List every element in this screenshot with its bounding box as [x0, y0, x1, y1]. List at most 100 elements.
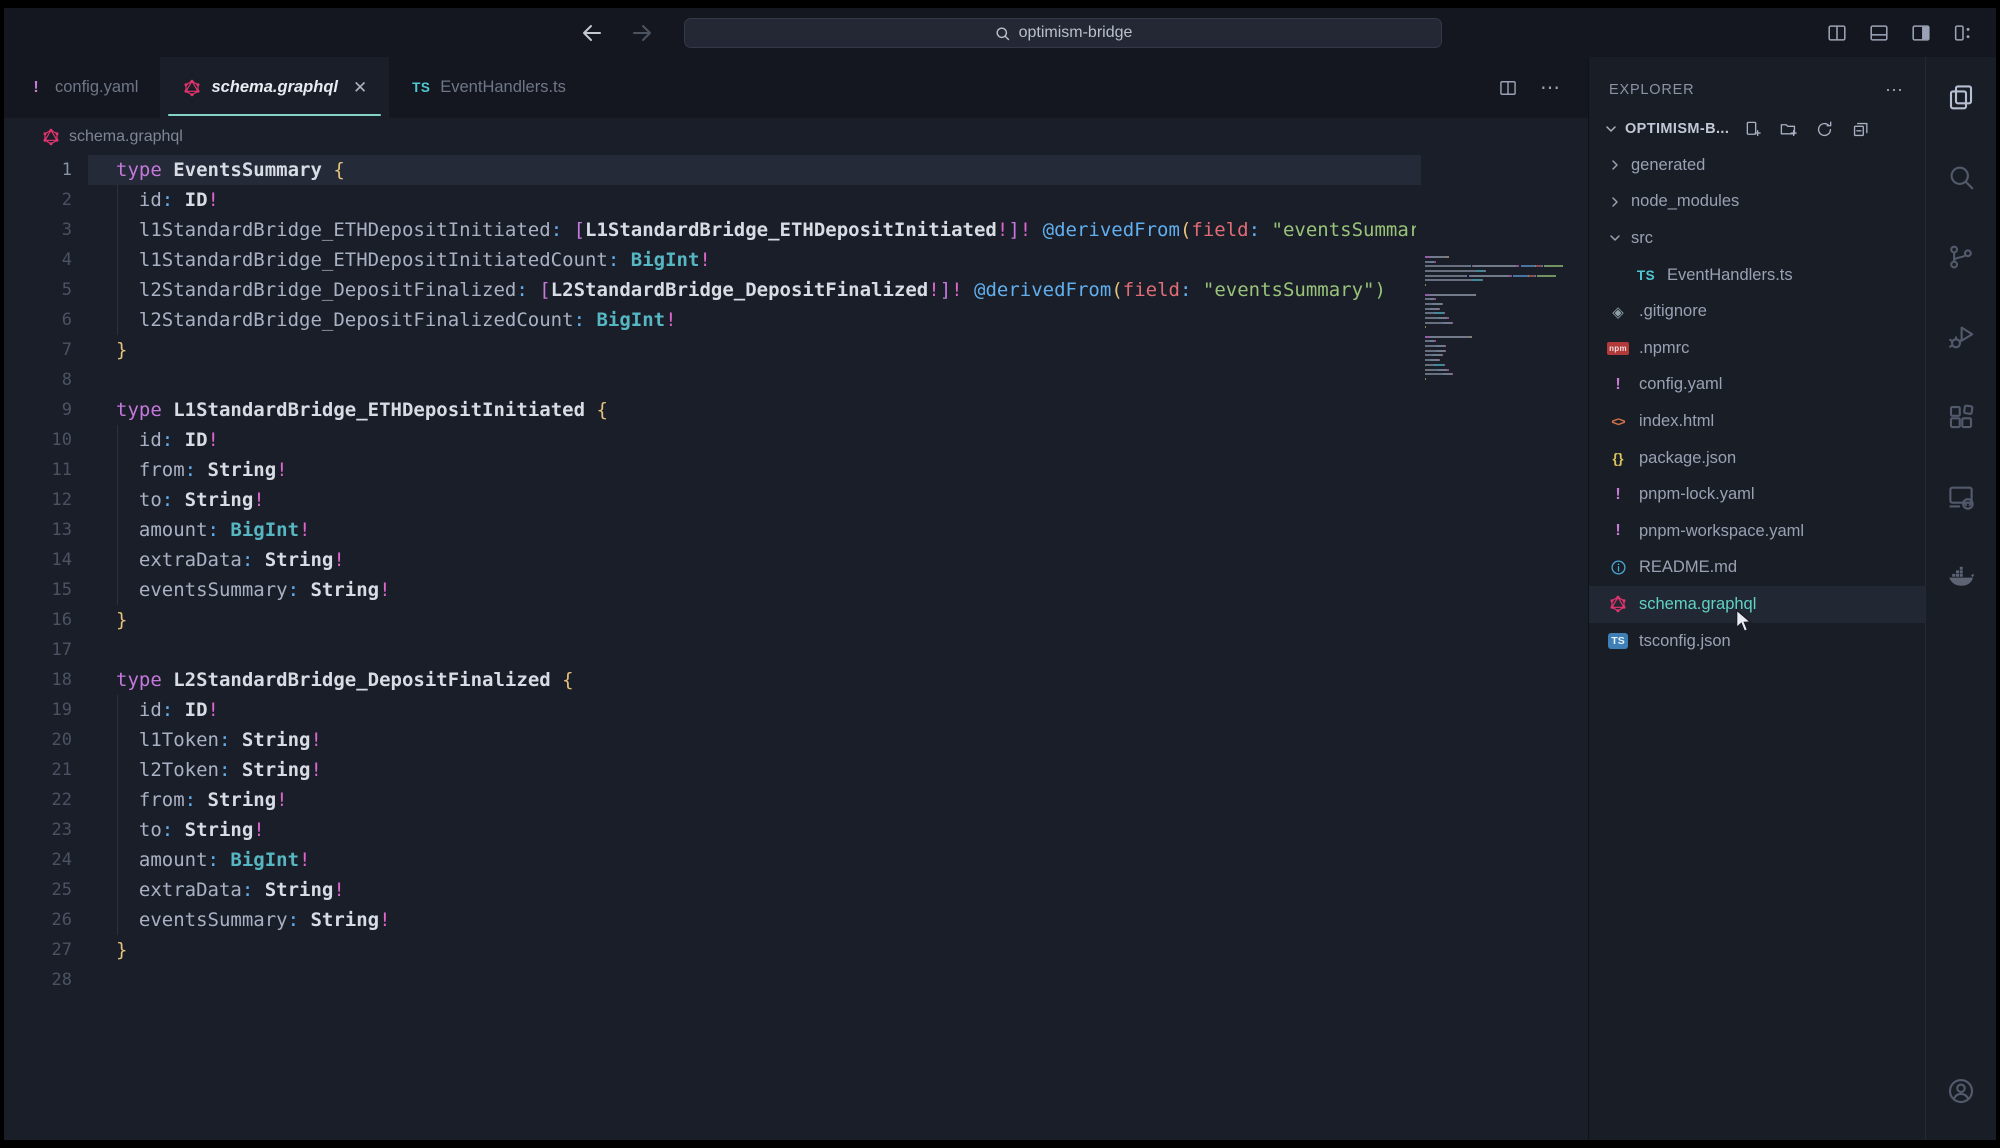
code-line-1[interactable]: 1type EventsSummary {	[4, 155, 1421, 185]
command-center-search[interactable]: optimism-bridge	[684, 18, 1442, 48]
code-line-5[interactable]: 5 l2StandardBridge_DepositFinalized: [L2…	[4, 275, 1421, 305]
code-line-21[interactable]: 21 l2Token: String!	[4, 755, 1421, 785]
folder-label: src	[1631, 229, 1653, 248]
line-text: id: ID!	[116, 425, 219, 455]
code-line-6[interactable]: 6 l2StandardBridge_DepositFinalizedCount…	[4, 305, 1421, 335]
code-line-27[interactable]: 27}	[4, 935, 1421, 965]
code-line-24[interactable]: 24 amount: BigInt!	[4, 845, 1421, 875]
code-line-25[interactable]: 25 extraData: String!	[4, 875, 1421, 905]
line-text: type L2StandardBridge_DepositFinalized {	[116, 665, 574, 695]
collapse-all-icon[interactable]	[1851, 120, 1870, 139]
file-pnpm-lock.yaml[interactable]: ! pnpm-lock.yaml	[1589, 476, 1925, 513]
code-line-10[interactable]: 10 id: ID!	[4, 425, 1421, 455]
code-line-14[interactable]: 14 extraData: String!	[4, 545, 1421, 575]
title-bar: optimism-bridge	[4, 8, 1996, 57]
tab-EventHandlers.ts[interactable]: TS EventHandlers.ts	[389, 57, 588, 118]
customize-layout-icon[interactable]	[1952, 22, 1974, 44]
file-.npmrc[interactable]: npm .npmrc	[1589, 330, 1925, 367]
code-line-9[interactable]: 9 type L1StandardBridge_ETHDepositInitiat…	[4, 395, 1421, 425]
line-text: from: String!	[116, 785, 288, 815]
line-text: l2Token: String!	[116, 755, 322, 785]
refresh-icon[interactable]	[1815, 120, 1834, 139]
file-config.yaml[interactable]: ! config.yaml	[1589, 367, 1925, 404]
code-line-11[interactable]: 11 from: String!	[4, 455, 1421, 485]
back-arrow-icon[interactable]	[580, 21, 604, 45]
line-text: type L1StandardBridge_ETHDepositInitiate…	[116, 395, 608, 425]
code-line-20[interactable]: 20 l1Token: String!	[4, 725, 1421, 755]
git-icon: ◈	[1607, 303, 1629, 321]
code-line-17[interactable]: 17	[4, 635, 1421, 665]
line-number: 9	[4, 395, 72, 425]
file-pnpm-workspace.yaml[interactable]: ! pnpm-workspace.yaml	[1589, 513, 1925, 550]
tab-schema.graphql[interactable]: schema.graphql✕	[160, 57, 389, 118]
tab-config.yaml[interactable]: ! config.yaml	[4, 57, 160, 118]
minimap[interactable]	[1425, 256, 1563, 396]
code-editor[interactable]: 1type EventsSummary {2 id: ID!3 l1Standa…	[4, 155, 1588, 1140]
folder-src[interactable]: src	[1589, 220, 1925, 257]
line-text: l1StandardBridge_ETHDepositInitiatedCoun…	[116, 245, 711, 275]
folder-node_modules[interactable]: node_modules	[1589, 184, 1925, 221]
graphql-icon	[182, 79, 202, 97]
breadcrumb[interactable]: schema.graphql	[4, 118, 1588, 155]
line-text: }	[116, 335, 127, 365]
toggle-panel-icon[interactable]	[1868, 22, 1890, 44]
toggle-secondary-sidebar-icon[interactable]	[1910, 22, 1932, 44]
file-label: .npmrc	[1639, 339, 1689, 358]
code-line-13[interactable]: 13 amount: BigInt!	[4, 515, 1421, 545]
code-line-2[interactable]: 2 id: ID!	[4, 185, 1421, 215]
info-icon	[1607, 559, 1629, 576]
code-line-7[interactable]: 7}	[4, 335, 1421, 365]
file-tsconfig.json[interactable]: TS tsconfig.json	[1589, 623, 1925, 660]
search-icon	[1946, 162, 1976, 192]
run-debug-icon	[1946, 322, 1976, 352]
code-line-15[interactable]: 15 eventsSummary: String!	[4, 575, 1421, 605]
close-tab-icon[interactable]: ✕	[353, 78, 367, 98]
project-root-label: OPTIMISM-B...	[1625, 121, 1729, 137]
folder-generated[interactable]: generated	[1589, 147, 1925, 184]
activity-source-control[interactable]	[1926, 217, 1997, 297]
activity-search[interactable]	[1926, 137, 1997, 217]
code-line-16[interactable]: 16}	[4, 605, 1421, 635]
code-line-3[interactable]: 3 l1StandardBridge_ETHDepositInitiated: …	[4, 215, 1421, 245]
line-number: 15	[4, 575, 72, 605]
project-root-row[interactable]: OPTIMISM-B...	[1589, 111, 1925, 147]
forward-arrow-icon[interactable]	[630, 21, 654, 45]
ts-plain-icon: TS	[1635, 268, 1657, 283]
file-package.json[interactable]: {} package.json	[1589, 440, 1925, 477]
code-line-26[interactable]: 26 eventsSummary: String!	[4, 905, 1421, 935]
account-icon	[1946, 1076, 1976, 1106]
split-editor-icon[interactable]	[1498, 78, 1518, 98]
activity-remote-explorer[interactable]	[1926, 457, 1997, 537]
activity-account[interactable]	[1926, 1056, 1997, 1126]
new-folder-icon[interactable]	[1779, 120, 1798, 139]
code-line-19[interactable]: 19 id: ID!	[4, 695, 1421, 725]
activity-run-debug[interactable]	[1926, 297, 1997, 377]
explorer-title: EXPLORER	[1609, 82, 1694, 98]
graphql-icon	[1607, 595, 1629, 613]
line-number: 8	[4, 365, 72, 395]
code-line-22[interactable]: 22 from: String!	[4, 785, 1421, 815]
new-file-icon[interactable]	[1743, 120, 1762, 139]
code-line-12[interactable]: 12 to: String!	[4, 485, 1421, 515]
code-line-28[interactable]: 28	[4, 965, 1421, 995]
file-schema.graphql[interactable]: schema.graphql	[1589, 586, 1925, 623]
docker-icon	[1946, 562, 1976, 592]
file-EventHandlers.ts[interactable]: TS EventHandlers.ts	[1589, 257, 1925, 294]
activity-docker[interactable]	[1926, 537, 1997, 617]
more-actions-icon[interactable]: ⋯	[1540, 75, 1562, 100]
split-editor-icon[interactable]	[1826, 22, 1848, 44]
code-line-18[interactable]: 18type L2StandardBridge_DepositFinalized…	[4, 665, 1421, 695]
code-line-8[interactable]: 8	[4, 365, 1421, 395]
file-index.html[interactable]: <> index.html	[1589, 403, 1925, 440]
code-line-4[interactable]: 4 l1StandardBridge_ETHDepositInitiatedCo…	[4, 245, 1421, 275]
line-text: id: ID!	[116, 185, 219, 215]
explorer-more-icon[interactable]: ⋯	[1885, 80, 1905, 101]
code-line-23[interactable]: 23 to: String!	[4, 815, 1421, 845]
line-text: to: String!	[116, 485, 265, 515]
activity-extensions[interactable]	[1926, 377, 1997, 457]
file-.gitignore[interactable]: ◈ .gitignore	[1589, 293, 1925, 330]
line-number: 26	[4, 905, 72, 935]
file-README.md[interactable]: README.md	[1589, 550, 1925, 587]
yaml-warning-icon: !	[1607, 486, 1629, 504]
activity-files[interactable]	[1926, 57, 1997, 137]
